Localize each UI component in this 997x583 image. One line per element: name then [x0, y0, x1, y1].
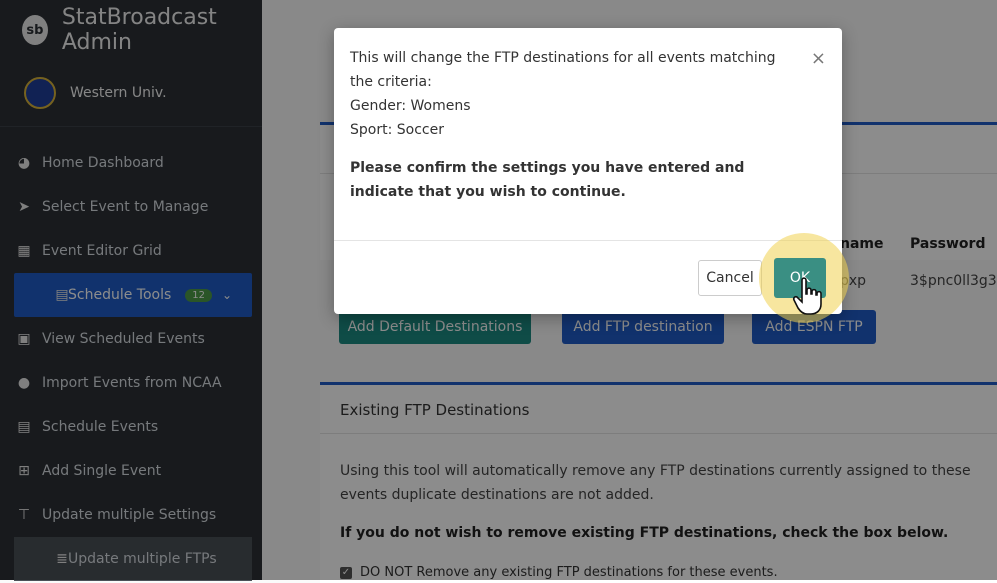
dialog-body: This will change the FTP destinations fo… [350, 46, 800, 204]
criteria-gender: Gender: Womens [350, 98, 471, 114]
confirm-dialog: × This will change the FTP destinations … [334, 28, 849, 323]
hand-cursor-icon [792, 277, 822, 315]
confirm-message: Please confirm the settings you have ent… [350, 160, 745, 200]
dialog-message: This will change the FTP destinations fo… [350, 50, 776, 90]
criteria-sport: Sport: Soccer [350, 122, 444, 138]
dialog-footer-divider [334, 240, 842, 241]
cancel-button[interactable]: Cancel [698, 260, 762, 296]
close-icon[interactable]: × [811, 48, 826, 69]
